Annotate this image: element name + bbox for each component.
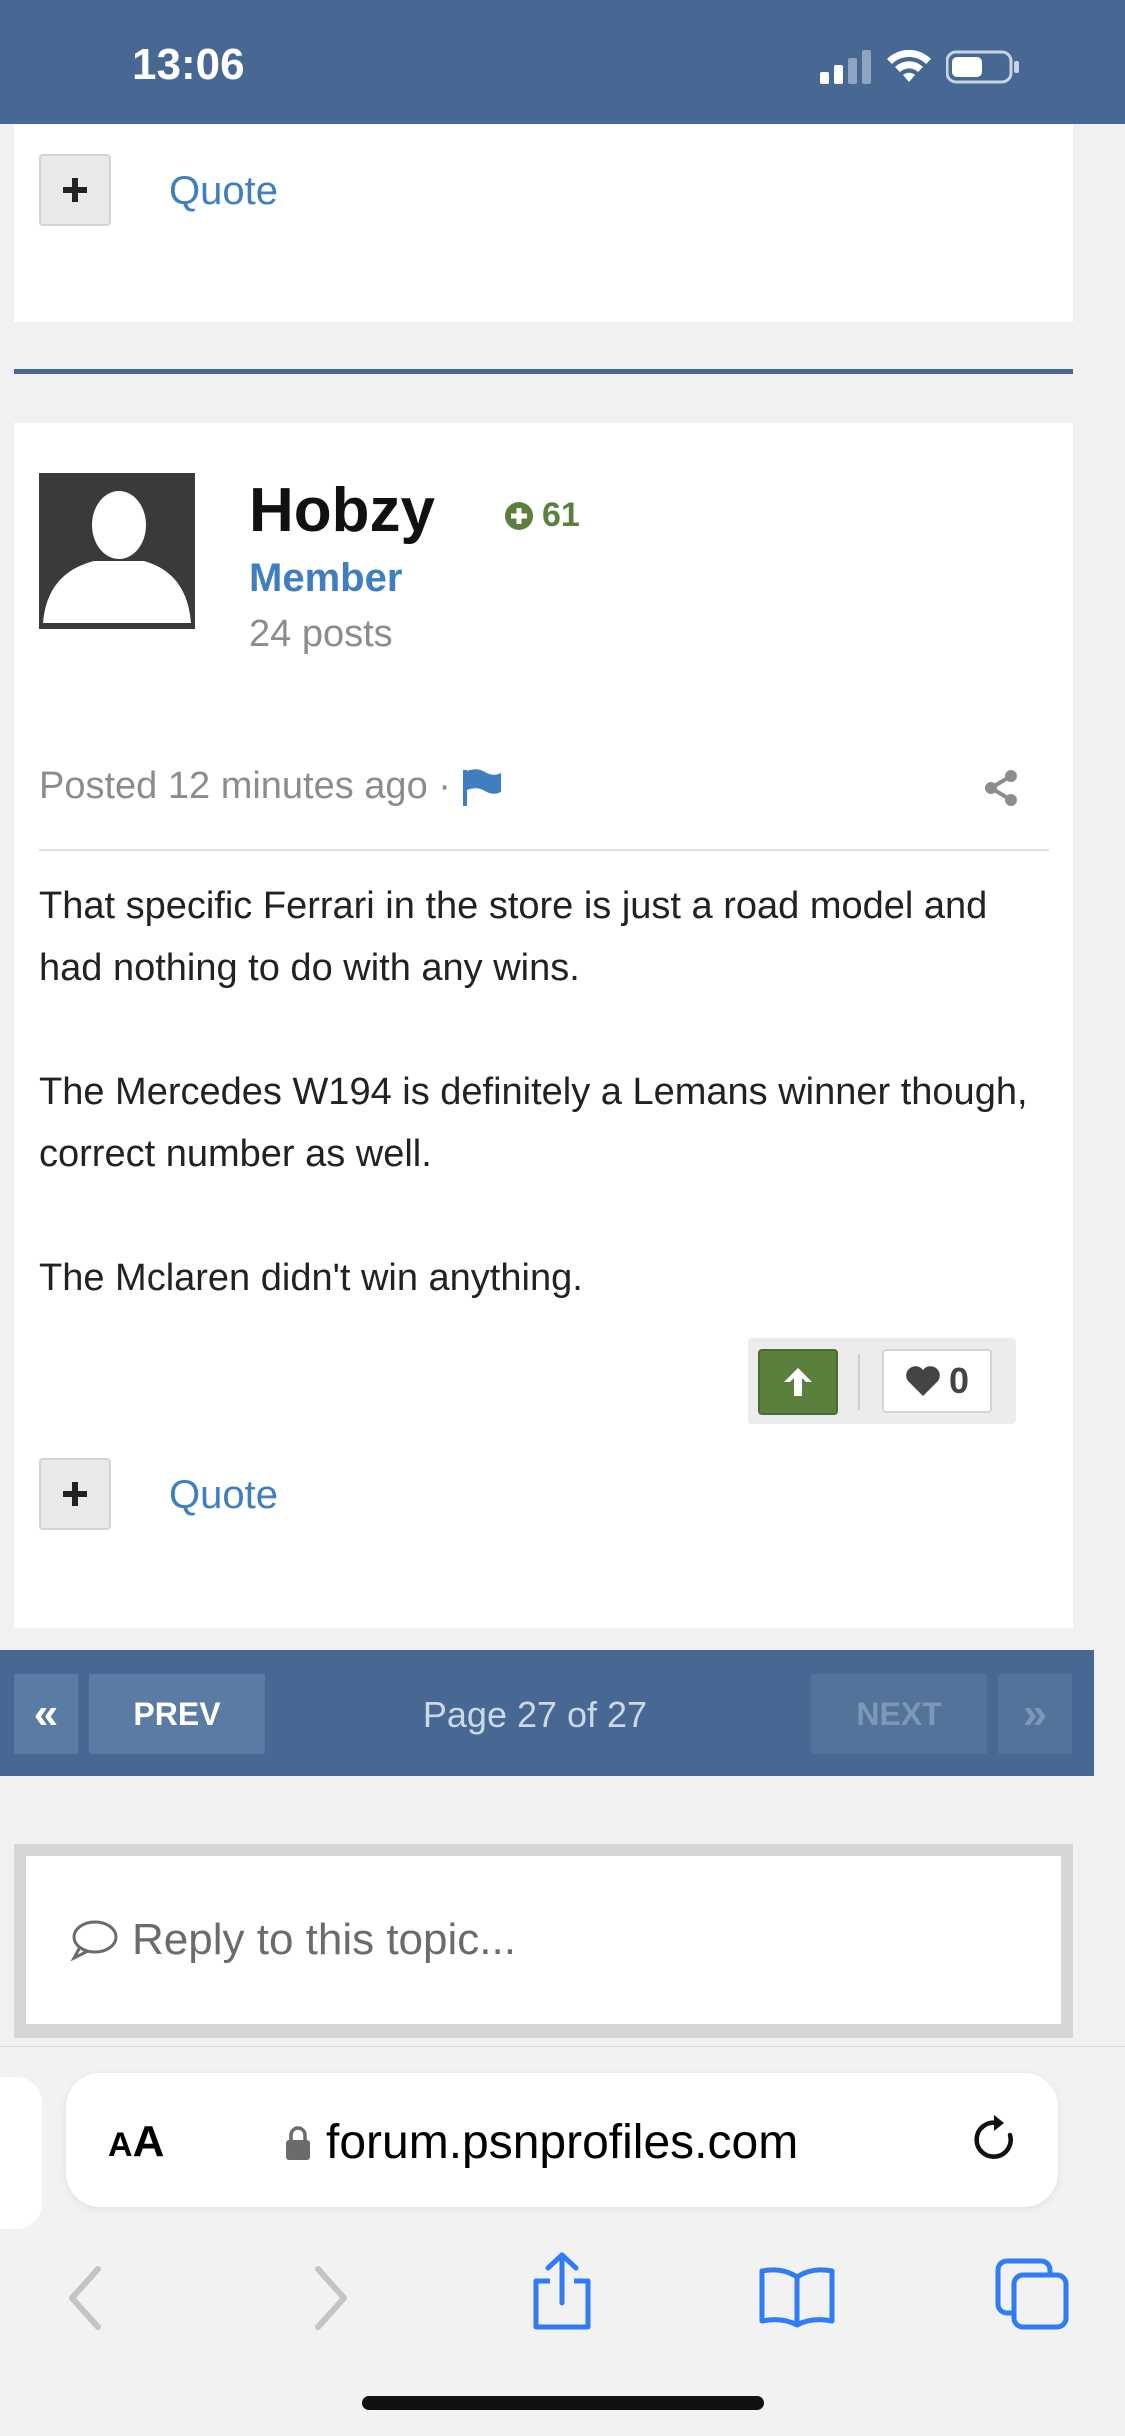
reaction-bar: 0 bbox=[748, 1338, 1016, 1424]
arrow-up-icon bbox=[784, 1368, 812, 1396]
reaction-separator bbox=[858, 1354, 860, 1410]
post-divider bbox=[39, 849, 1049, 851]
member-rank: Member bbox=[249, 556, 403, 600]
aa-large-letter: A bbox=[132, 2117, 165, 2166]
post-separator bbox=[14, 369, 1073, 374]
post-card: Hobzy 61 Member 24 posts Posted 12 minut… bbox=[14, 423, 1073, 1628]
reader-settings-button[interactable]: AA bbox=[108, 2117, 164, 2167]
post-body: That specific Ferrari in the store is ju… bbox=[39, 875, 1039, 1309]
post-paragraph: The Mclaren didn't win anything. bbox=[39, 1257, 583, 1299]
previous-post-card: Quote bbox=[14, 124, 1073, 322]
like-button[interactable]: 0 bbox=[882, 1349, 992, 1413]
pagination: « PREV Page 27 of 27 NEXT » bbox=[0, 1650, 1094, 1776]
url-display[interactable]: forum.psnprofiles.com bbox=[284, 2115, 798, 2170]
page-indicator: Page 27 of 27 bbox=[422, 1694, 648, 1735]
reply-container: Reply to this topic... bbox=[14, 1844, 1073, 2038]
next-page-button[interactable]: NEXT bbox=[811, 1674, 987, 1754]
tabs-icon[interactable] bbox=[994, 2257, 1070, 2336]
status-time: 13:06 bbox=[132, 40, 245, 89]
share-icon[interactable] bbox=[981, 768, 1021, 813]
status-bar: 13:06 bbox=[0, 0, 1125, 124]
aa-small-letter: A bbox=[108, 2126, 133, 2164]
speech-bubble-icon bbox=[70, 1920, 118, 1961]
bookmarks-icon[interactable] bbox=[758, 2265, 836, 2334]
plus-icon bbox=[63, 178, 87, 202]
back-icon[interactable] bbox=[66, 2265, 106, 2336]
prev-page-button[interactable]: PREV bbox=[89, 1674, 265, 1754]
url-text: forum.psnprofiles.com bbox=[326, 2116, 799, 2169]
home-indicator[interactable] bbox=[362, 2396, 764, 2410]
post-author-name[interactable]: Hobzy bbox=[249, 475, 435, 546]
first-page-button[interactable]: « bbox=[14, 1674, 78, 1754]
reload-icon[interactable] bbox=[970, 2113, 1020, 2170]
post-meta: Posted 12 minutes ago · bbox=[39, 765, 503, 808]
browser-nav-row bbox=[0, 2243, 1125, 2353]
posted-time: Posted 12 minutes ago · bbox=[39, 765, 451, 807]
reply-placeholder: Reply to this topic... bbox=[132, 1915, 516, 1964]
share-sheet-icon[interactable] bbox=[530, 2251, 594, 2336]
forward-icon[interactable] bbox=[310, 2265, 350, 2336]
default-avatar-icon bbox=[43, 491, 191, 623]
report-flag-icon[interactable] bbox=[461, 768, 503, 806]
reputation-badge: 61 bbox=[504, 496, 580, 535]
post-count: 24 posts bbox=[249, 613, 393, 655]
last-page-button[interactable]: » bbox=[998, 1674, 1072, 1754]
multiquote-button[interactable] bbox=[39, 154, 111, 226]
reply-input[interactable]: Reply to this topic... bbox=[26, 1856, 1061, 2024]
quote-link[interactable]: Quote bbox=[169, 169, 278, 214]
post-paragraph: That specific Ferrari in the store is ju… bbox=[39, 885, 988, 989]
post-paragraph: The Mercedes W194 is definitely a Lemans… bbox=[39, 1071, 1028, 1175]
like-count: 0 bbox=[948, 1360, 970, 1401]
signal-icon bbox=[820, 50, 871, 84]
browser-toolbar: AA forum.psnprofiles.com bbox=[0, 2046, 1125, 2436]
quote-link[interactable]: Quote bbox=[169, 1473, 278, 1518]
battery-icon bbox=[946, 50, 1019, 84]
wifi-icon bbox=[887, 50, 931, 82]
plus-icon bbox=[63, 1482, 87, 1506]
address-bar[interactable]: AA forum.psnprofiles.com bbox=[66, 2073, 1058, 2207]
lock-icon bbox=[286, 2125, 310, 2160]
avatar[interactable] bbox=[39, 473, 195, 629]
upvote-button[interactable] bbox=[758, 1349, 838, 1415]
multiquote-button[interactable] bbox=[39, 1458, 111, 1530]
plus-circle-icon bbox=[505, 501, 533, 530]
previous-tab-peek[interactable] bbox=[0, 2077, 42, 2229]
reputation-count: 61 bbox=[542, 496, 580, 534]
heart-icon bbox=[906, 1366, 940, 1396]
status-icons bbox=[820, 50, 1020, 84]
